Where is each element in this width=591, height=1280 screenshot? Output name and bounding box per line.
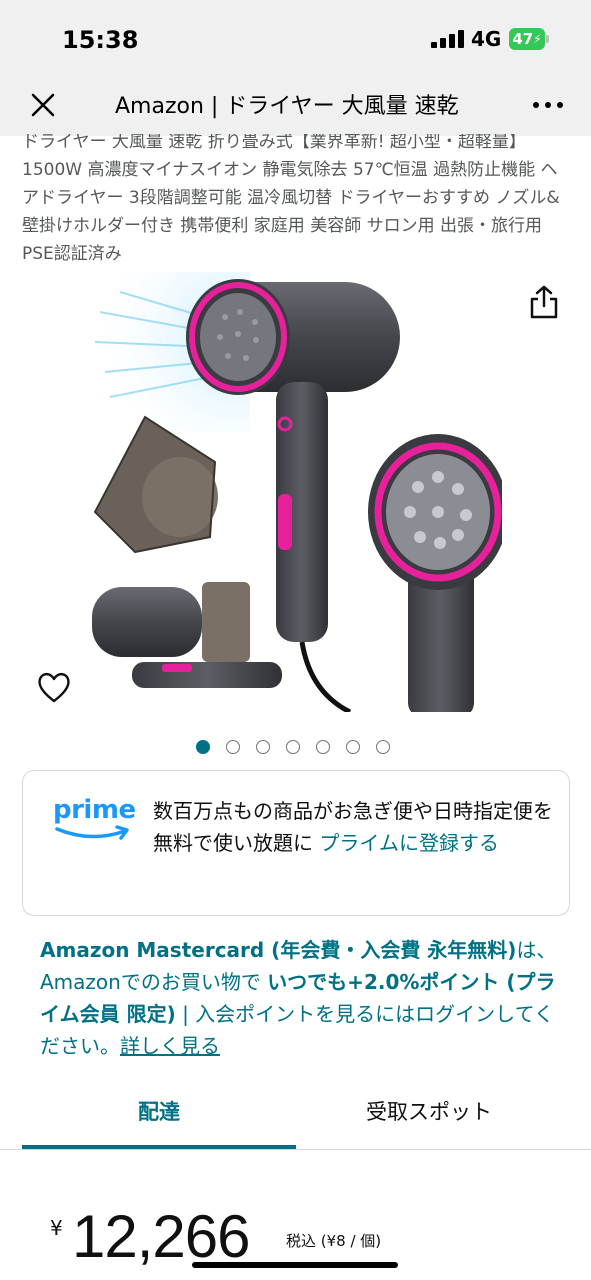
product-title: ドライヤー 大風量 速乾 折り畳み式【業界革新! 超小型・超軽量】1500W 高… [22,134,572,270]
prime-signup-link[interactable]: プライムに登録する [319,831,499,855]
status-time: 15:38 [62,26,139,54]
pagination-dot[interactable] [226,740,240,754]
more-button[interactable] [530,93,566,117]
battery-icon: 47 ⚡ [509,28,545,50]
pagination-dot[interactable] [376,740,390,754]
image-pagination [196,740,390,754]
home-indicator[interactable] [192,1262,398,1268]
price-unit: 税込 (¥8 / 個) [286,1232,382,1250]
more-icon [533,102,563,108]
prime-promo-text: 数百万点もの商品がお急ぎ便や日時指定便を無料で使い放題に プライムに登録する [153,795,553,859]
tab-pickup[interactable]: 受取スポット [366,1096,492,1126]
tab-delivery[interactable]: 配達 [138,1096,180,1126]
mastercard-details-link[interactable]: 詳しく見る [120,1034,220,1058]
product-image[interactable] [90,272,508,717]
pagination-dot[interactable] [196,740,210,754]
close-button[interactable] [28,90,58,120]
prime-logo: prime [53,795,136,845]
mastercard-promo: Amazon Mastercard (年会費・入会費 永年無料)は、Amazon… [40,934,560,1062]
prime-logo-text: prime [53,795,136,825]
pagination-dot[interactable] [346,740,360,754]
prime-promo-card: prime 数百万点もの商品がお急ぎ便や日時指定便を無料で使い放題に プライムに… [22,770,570,916]
price-currency: ¥ [50,1216,63,1240]
battery-tip [546,35,549,43]
tab-active-indicator [22,1145,296,1149]
heart-icon [38,672,70,703]
favorite-button[interactable] [36,670,72,704]
prime-smile-icon [55,825,129,840]
mastercard-title: Amazon Mastercard (年会費・入会費 永年無料) [40,938,517,962]
pagination-dot[interactable] [316,740,330,754]
signal-icon [431,30,465,48]
pagination-dot[interactable] [256,740,270,754]
pagination-dot[interactable] [286,740,300,754]
page-title: Amazon | ドライヤー 大風量 速乾 [115,94,459,119]
browser-header: 15:38 4G 47 ⚡ Amazon | ドライヤー 大風量 速乾 [0,0,591,136]
share-icon [530,285,558,319]
hair-dryer-image [90,272,508,717]
network-type: 4G [471,27,502,51]
close-icon [31,93,55,117]
product-title-text: ドライヤー 大風量 速乾 折り畳み式【業界革新! 超小型・超軽量】1500W 高… [22,134,560,264]
share-button[interactable] [528,284,560,320]
price-value: 12,266 [72,1203,251,1270]
tab-divider [0,1149,591,1150]
